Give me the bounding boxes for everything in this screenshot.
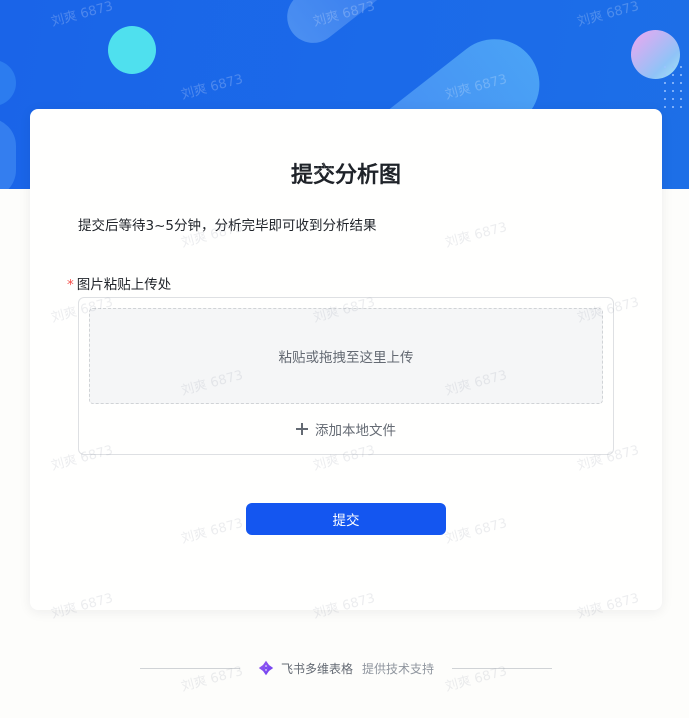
footer-divider	[452, 668, 552, 669]
submit-button[interactable]: 提交	[246, 503, 446, 535]
decor-dot	[672, 106, 674, 108]
form-page: 提交分析图 提交后等待3~5分钟，分析完毕即可收到分析结果 * 图片粘贴上传处 粘…	[0, 0, 689, 718]
decor-dots	[664, 66, 689, 110]
decor-dot	[672, 66, 674, 68]
footer-content: 飞书多维表格 提供技术支持	[258, 660, 434, 677]
decor-dot	[680, 82, 682, 84]
decor-dot	[672, 90, 674, 92]
decor-dot	[664, 66, 666, 68]
required-mark: *	[67, 277, 74, 293]
plus-icon	[296, 423, 308, 435]
field-label: * 图片粘贴上传处	[67, 273, 171, 293]
decor-dot	[680, 106, 682, 108]
decor-circle	[0, 118, 16, 189]
bitable-logo-icon	[258, 660, 274, 676]
decor-dot	[672, 74, 674, 76]
decor-dot	[672, 82, 674, 84]
form-card: 提交分析图 提交后等待3~5分钟，分析完毕即可收到分析结果 * 图片粘贴上传处 粘…	[30, 109, 662, 610]
decor-dot	[680, 74, 682, 76]
decor-dot	[664, 106, 666, 108]
decor-circle	[108, 26, 156, 74]
decor-dot	[664, 74, 666, 76]
decor-dot	[664, 82, 666, 84]
form-description: 提交后等待3~5分钟，分析完毕即可收到分析结果	[78, 218, 377, 234]
field-label-text: 图片粘贴上传处	[76, 277, 172, 293]
footer-brand: 飞书多维表格	[280, 661, 353, 676]
add-local-file-button[interactable]: 添加本地文件	[79, 418, 613, 440]
footer-divider	[140, 668, 240, 669]
form-title: 提交分析图	[290, 163, 401, 188]
decor-dot	[664, 98, 666, 100]
decor-dot	[664, 90, 666, 92]
paste-hint: 粘贴或拖拽至这里上传	[278, 350, 414, 366]
decor-dot	[672, 98, 674, 100]
paste-drop-zone[interactable]: 粘贴或拖拽至这里上传	[89, 308, 603, 404]
footer: 飞书多维表格 提供技术支持	[140, 658, 552, 678]
decor-dot	[680, 90, 682, 92]
decor-dot	[680, 98, 682, 100]
footer-support: 提供技术支持	[362, 661, 435, 676]
decor-dot	[680, 66, 682, 68]
add-local-file-label: 添加本地文件	[315, 423, 396, 439]
image-upload-field: 粘贴或拖拽至这里上传 添加本地文件	[78, 297, 614, 455]
decor-circle	[0, 60, 16, 106]
decor-pill	[276, 0, 404, 54]
